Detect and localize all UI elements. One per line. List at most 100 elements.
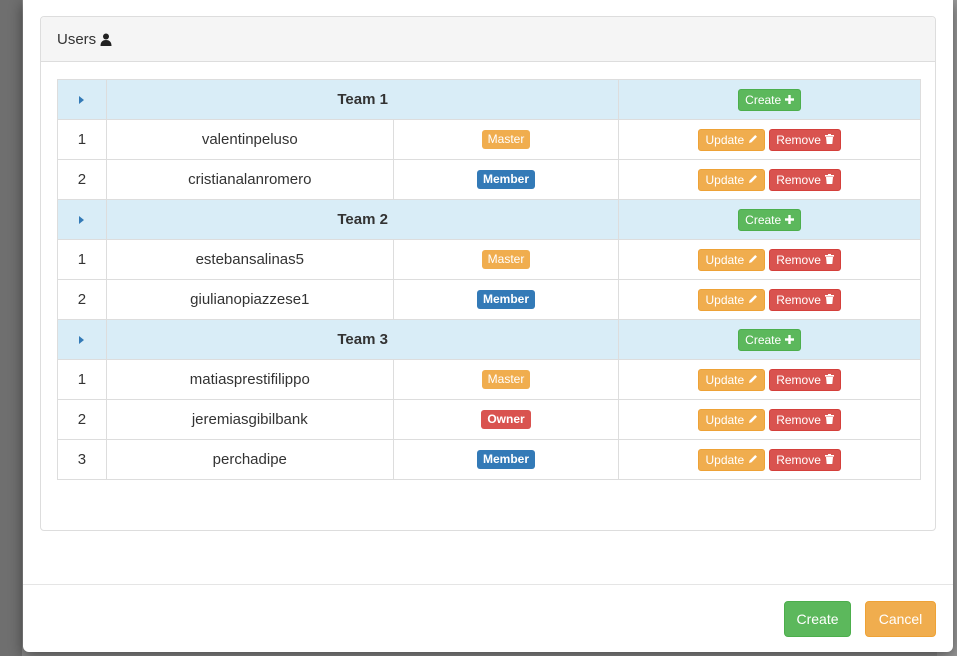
team-name: Team 3 — [105, 319, 620, 360]
member-actions: Update Remove — [618, 239, 921, 280]
role-badge: Member — [476, 450, 535, 469]
update-button[interactable]: Update — [698, 168, 766, 191]
caret-right-icon — [79, 96, 85, 104]
member-role-cell: Member — [392, 439, 620, 480]
remove-button[interactable]: Remove — [769, 368, 841, 391]
update-label: Update — [705, 412, 745, 427]
pencil-icon — [744, 373, 758, 387]
member-actions: Update Remove — [618, 399, 921, 440]
remove-button[interactable]: Remove — [769, 288, 841, 311]
create-button[interactable]: Create — [784, 601, 851, 637]
member-actions: Update Remove — [618, 439, 921, 480]
cancel-button[interactable]: Cancel — [865, 601, 936, 637]
member-index: 2 — [57, 159, 107, 200]
update-label: Update — [705, 172, 745, 187]
team-actions: Create — [618, 319, 921, 360]
member-role-cell: Master — [392, 359, 620, 400]
remove-button[interactable]: Remove — [769, 248, 841, 271]
member-username: perchadipe — [105, 439, 394, 480]
create-member-button[interactable]: Create — [738, 88, 802, 111]
create-member-button[interactable]: Create — [738, 208, 802, 231]
remove-label: Remove — [776, 412, 821, 427]
remove-button[interactable]: Remove — [769, 408, 841, 431]
remove-label: Remove — [776, 372, 821, 387]
team-row: Team 1 Create — [57, 79, 921, 120]
role-badge: Member — [476, 170, 535, 189]
member-index: 2 — [57, 399, 107, 440]
remove-label: Remove — [776, 292, 821, 307]
member-index: 2 — [57, 279, 107, 320]
teams-table: Team 1 Create 1 valentinpeluso Master Update R… — [57, 79, 921, 480]
create-label: Create — [745, 92, 782, 107]
member-username: jeremiasgibilbank — [105, 399, 394, 440]
role-badge: Member — [476, 290, 535, 309]
member-index: 1 — [57, 119, 107, 160]
member-username: valentinpeluso — [105, 119, 394, 160]
update-button[interactable]: Update — [698, 128, 766, 151]
member-row: 3 perchadipe Member Update Remove — [57, 439, 921, 480]
caret-right-icon — [79, 336, 85, 344]
update-button[interactable]: Update — [698, 408, 766, 431]
team-row: Team 3 Create — [57, 319, 921, 360]
role-badge: Owner — [481, 410, 531, 429]
member-username: giulianopiazzese1 — [105, 279, 394, 320]
pencil-icon — [744, 413, 758, 427]
member-row: 2 giulianopiazzese1 Member Update Remove — [57, 279, 921, 320]
trash-icon — [821, 173, 834, 187]
update-label: Update — [705, 252, 745, 267]
member-row: 1 matiasprestifilippo Master Update Remove — [57, 359, 921, 400]
role-badge: Master — [481, 370, 531, 389]
users-panel: Users Team 1 Create 1 valentinpeluso Master U… — [40, 16, 936, 531]
member-username: matiasprestifilippo — [105, 359, 394, 400]
member-role-cell: Owner — [392, 399, 620, 440]
member-index: 3 — [57, 439, 107, 480]
create-label: Create — [745, 332, 782, 347]
remove-label: Remove — [776, 452, 821, 467]
member-row: 1 estebansalinas5 Master Update Remove — [57, 239, 921, 280]
trash-icon — [821, 133, 834, 147]
panel-heading: Users — [41, 17, 935, 62]
member-row: 2 jeremiasgibilbank Owner Update Remove — [57, 399, 921, 440]
remove-button[interactable]: Remove — [769, 168, 841, 191]
team-actions: Create — [618, 199, 921, 240]
remove-label: Remove — [776, 252, 821, 267]
update-button[interactable]: Update — [698, 368, 766, 391]
team-name: Team 1 — [105, 79, 620, 120]
update-button[interactable]: Update — [698, 288, 766, 311]
role-badge: Master — [481, 250, 531, 269]
update-button[interactable]: Update — [698, 248, 766, 271]
member-role-cell: Member — [392, 159, 620, 200]
plus-icon — [781, 93, 795, 107]
plus-icon — [781, 213, 795, 227]
member-actions: Update Remove — [618, 359, 921, 400]
update-label: Update — [705, 372, 745, 387]
user-icon — [100, 33, 112, 46]
pencil-icon — [744, 133, 758, 147]
remove-label: Remove — [776, 172, 821, 187]
member-username: cristianalanromero — [105, 159, 394, 200]
trash-icon — [821, 453, 834, 467]
panel-title: Users — [57, 30, 97, 48]
member-username: estebansalinas5 — [105, 239, 394, 280]
team-toggle[interactable] — [57, 319, 107, 360]
remove-button[interactable]: Remove — [769, 128, 841, 151]
update-label: Update — [705, 292, 745, 307]
member-actions: Update Remove — [618, 119, 921, 160]
member-role-cell: Master — [392, 119, 620, 160]
role-badge: Master — [481, 130, 531, 149]
member-role-cell: Member — [392, 279, 620, 320]
create-member-button[interactable]: Create — [738, 328, 802, 351]
page-backdrop — [0, 0, 22, 656]
team-toggle[interactable] — [57, 199, 107, 240]
pencil-icon — [744, 253, 758, 267]
pencil-icon — [744, 173, 758, 187]
remove-label: Remove — [776, 132, 821, 147]
remove-button[interactable]: Remove — [769, 448, 841, 471]
team-toggle[interactable] — [57, 79, 107, 120]
member-index: 1 — [57, 239, 107, 280]
modal-footer: Create Cancel — [23, 584, 953, 652]
member-actions: Update Remove — [618, 279, 921, 320]
update-button[interactable]: Update — [698, 448, 766, 471]
member-actions: Update Remove — [618, 159, 921, 200]
team-name: Team 2 — [105, 199, 620, 240]
